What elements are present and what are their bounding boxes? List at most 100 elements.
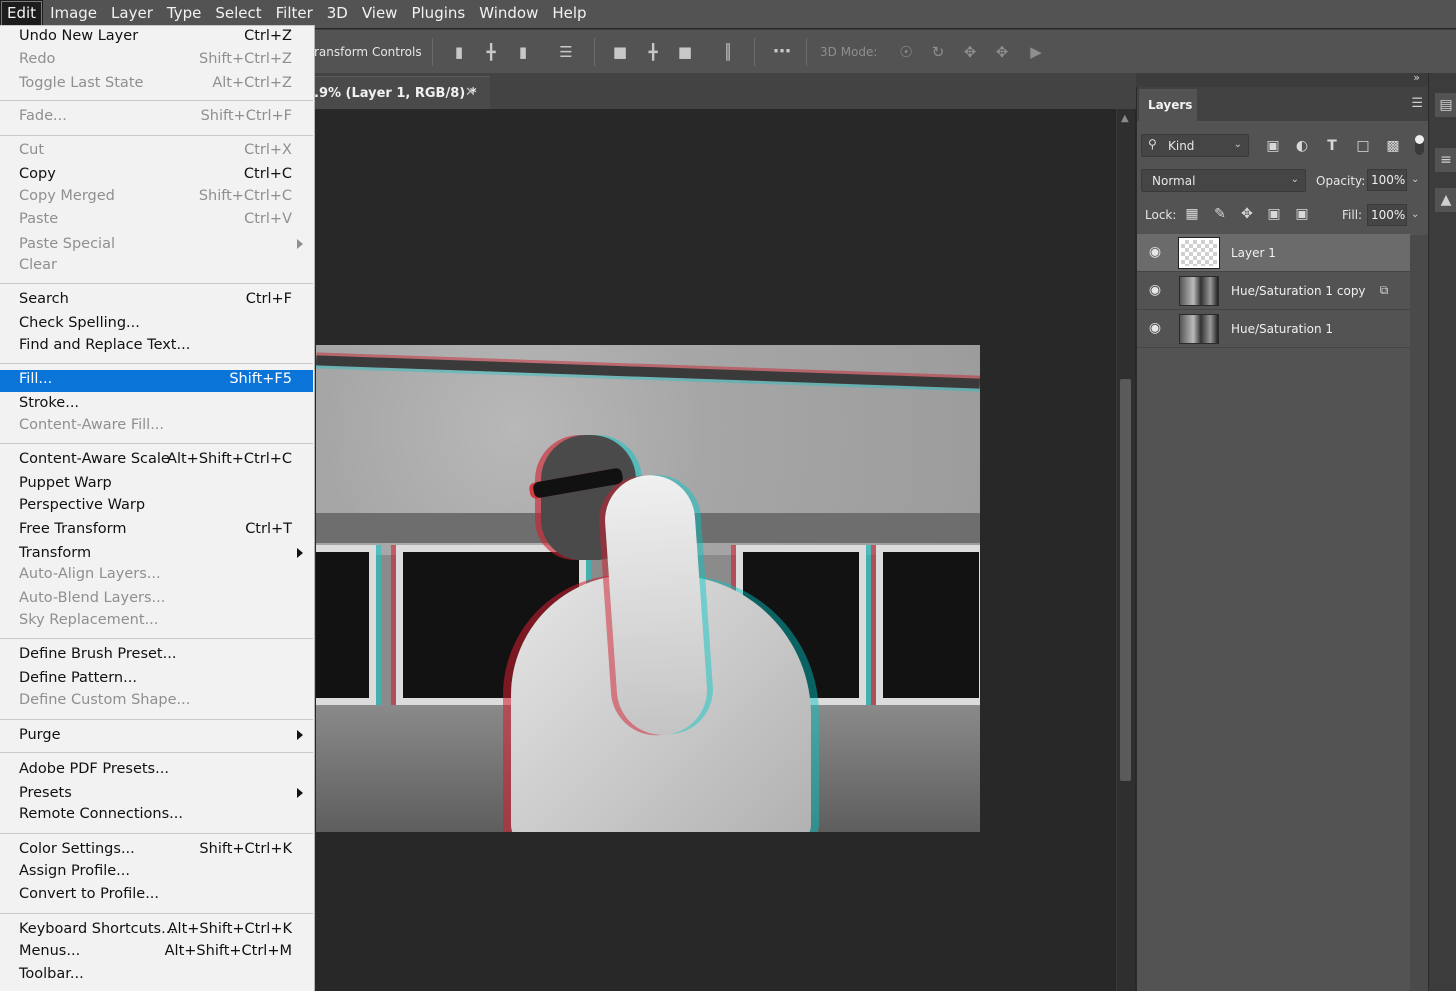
menu-item-define-custom-shape: Define Custom Shape... bbox=[0, 691, 313, 713]
menu-item-adobe-pdf-presets[interactable]: Adobe PDF Presets... bbox=[0, 760, 313, 782]
filter-pixel-layers-icon[interactable]: ▣ bbox=[1263, 136, 1283, 156]
chevron-down-icon[interactable]: ⌄ bbox=[1411, 209, 1419, 220]
align-right-edges-icon[interactable]: ▮ bbox=[511, 40, 535, 64]
scrollbar-thumb[interactable] bbox=[1120, 379, 1131, 781]
properties-panel-icon[interactable]: ▤ bbox=[1435, 93, 1456, 117]
menu-item-transform[interactable]: Transform bbox=[0, 544, 313, 566]
libraries-panel-icon[interactable]: ▲ bbox=[1435, 188, 1456, 212]
menu-item-label: Auto-Align Layers... bbox=[19, 566, 161, 582]
chevron-down-icon[interactable]: ⌄ bbox=[1411, 174, 1419, 185]
layer-thumbnail[interactable] bbox=[1179, 314, 1219, 344]
menu-item-search[interactable]: Search Ctrl+F bbox=[0, 290, 313, 312]
layer-thumbnail[interactable] bbox=[1178, 237, 1220, 269]
scroll-up-icon[interactable]: ▲ bbox=[1121, 113, 1129, 124]
menu-item-color-settings[interactable]: Color Settings... Shift+Ctrl+K bbox=[0, 840, 313, 862]
lock-all-icon[interactable]: ▣ bbox=[1292, 204, 1312, 224]
align-top-edges-icon[interactable]: ■ bbox=[608, 40, 632, 64]
menu-item-remote-connections[interactable]: Remote Connections... bbox=[0, 805, 313, 827]
opacity-input[interactable]: 100% bbox=[1367, 169, 1407, 191]
menu-edit[interactable]: Edit bbox=[0, 0, 44, 28]
opacity-label: Opacity: bbox=[1316, 174, 1366, 188]
layers-panel-scrollbar[interactable] bbox=[1410, 235, 1428, 991]
eye-icon[interactable]: ◉ bbox=[1145, 244, 1165, 262]
menu-item-undo-new-layer[interactable]: Undo New Layer Ctrl+Z bbox=[0, 27, 313, 49]
layer-row[interactable]: ◉ Hue/Saturation 1 bbox=[1137, 310, 1411, 348]
layer-thumbnail[interactable] bbox=[1179, 276, 1219, 306]
menu-item-menus[interactable]: Menus... Alt+Shift+Ctrl+M bbox=[0, 942, 313, 964]
menu-plugins[interactable]: Plugins bbox=[404, 0, 472, 28]
layer-filter-kind-select[interactable]: ⚲ Kind ⌄ bbox=[1141, 134, 1249, 157]
panel-menu-icon[interactable]: ☰ bbox=[1411, 96, 1423, 111]
adjustments-panel-icon[interactable]: ≡ bbox=[1435, 148, 1456, 172]
lock-position-icon[interactable]: ✥ bbox=[1237, 204, 1257, 224]
menu-view[interactable]: View bbox=[355, 0, 405, 28]
close-icon[interactable]: ✕ bbox=[465, 85, 476, 100]
lock-transparent-pixels-icon[interactable]: ▦ bbox=[1182, 204, 1202, 224]
menu-item-define-pattern[interactable]: Define Pattern... bbox=[0, 669, 313, 691]
canvas-vertical-scrollbar[interactable]: ▲ bbox=[1116, 109, 1135, 991]
filter-adjustment-layers-icon[interactable]: ◐ bbox=[1292, 136, 1312, 156]
document-image[interactable] bbox=[316, 345, 980, 832]
menu-image[interactable]: Image bbox=[43, 0, 104, 28]
menu-item-shortcut: Ctrl+X bbox=[244, 142, 292, 158]
menu-item-presets[interactable]: Presets bbox=[0, 784, 313, 806]
align-vertical-centers-icon[interactable]: ╋ bbox=[641, 40, 665, 64]
menu-item-free-transform[interactable]: Free Transform Ctrl+T bbox=[0, 520, 313, 542]
menu-filter[interactable]: Filter bbox=[269, 0, 320, 28]
menu-layer[interactable]: Layer bbox=[104, 0, 160, 28]
menu-item-label: Perspective Warp bbox=[19, 497, 146, 513]
menu-help[interactable]: Help bbox=[545, 0, 593, 28]
more-options-icon[interactable]: ⋯ bbox=[770, 40, 794, 64]
menu-item-toolbar[interactable]: Toolbar... bbox=[0, 965, 313, 987]
blend-mode-select[interactable]: Normal ⌄ bbox=[1141, 169, 1306, 192]
menu-item-label: Fade... bbox=[19, 108, 67, 124]
tab-layers[interactable]: Layers bbox=[1139, 89, 1197, 121]
filter-smart-objects-icon[interactable]: ▩ bbox=[1383, 136, 1403, 156]
menu-item-find-and-replace-text[interactable]: Find and Replace Text... bbox=[0, 336, 313, 358]
menu-item-stroke[interactable]: Stroke... bbox=[0, 394, 313, 416]
menu-item-convert-to-profile[interactable]: Convert to Profile... bbox=[0, 885, 313, 907]
3d-camera-icon[interactable]: ▶ bbox=[1024, 40, 1048, 64]
eye-icon[interactable]: ◉ bbox=[1145, 320, 1165, 338]
layer-name[interactable]: Layer 1 bbox=[1231, 246, 1276, 260]
lock-artboard-icon[interactable]: ▣ bbox=[1264, 204, 1284, 224]
menu-window[interactable]: Window bbox=[472, 0, 545, 28]
menu-item-copy-merged: Copy Merged Shift+Ctrl+C bbox=[0, 187, 313, 209]
menu-item-keyboard-shortcuts[interactable]: Keyboard Shortcuts... Alt+Shift+Ctrl+K bbox=[0, 920, 313, 942]
fill-input[interactable]: 100% bbox=[1367, 204, 1407, 226]
menu-select[interactable]: Select bbox=[208, 0, 268, 28]
menu-item-define-brush-preset[interactable]: Define Brush Preset... bbox=[0, 645, 313, 667]
align-bottom-edges-icon[interactable]: ■ bbox=[673, 40, 697, 64]
distribute-horizontal-icon[interactable]: ║ bbox=[716, 40, 740, 64]
menu-item-check-spelling[interactable]: Check Spelling... bbox=[0, 314, 313, 336]
3d-orbit-icon[interactable]: ☉ bbox=[894, 40, 918, 64]
3d-pan-icon[interactable]: ✥ bbox=[958, 40, 982, 64]
lock-image-pixels-icon[interactable]: ✎ bbox=[1210, 204, 1230, 224]
menu-item-perspective-warp[interactable]: Perspective Warp bbox=[0, 496, 313, 518]
eye-icon[interactable]: ◉ bbox=[1145, 282, 1165, 300]
document-tab[interactable]: .9% (Layer 1, RGB/8) * ✕ bbox=[300, 76, 490, 109]
layer-row[interactable]: ◉ Hue/Saturation 1 copy ⧉ bbox=[1137, 272, 1411, 310]
menu-item-fill[interactable]: Fill... Shift+F5 bbox=[0, 370, 313, 392]
transform-controls-label[interactable]: ransform Controls bbox=[314, 45, 422, 59]
menu-item-copy[interactable]: Copy Ctrl+C bbox=[0, 165, 313, 187]
layer-name[interactable]: Hue/Saturation 1 copy bbox=[1231, 284, 1366, 298]
menu-type[interactable]: Type bbox=[160, 0, 208, 28]
options-divider bbox=[594, 38, 595, 66]
filter-toggle[interactable] bbox=[1415, 135, 1424, 155]
menu-item-puppet-warp[interactable]: Puppet Warp bbox=[0, 474, 313, 496]
menu-item-assign-profile[interactable]: Assign Profile... bbox=[0, 862, 313, 884]
filter-shape-layers-icon[interactable]: □ bbox=[1353, 136, 1373, 156]
distribute-vertical-icon[interactable]: ☰ bbox=[554, 40, 578, 64]
menu-3d[interactable]: 3D bbox=[320, 0, 355, 28]
3d-roll-icon[interactable]: ↻ bbox=[926, 40, 950, 64]
menu-item-content-aware-scale[interactable]: Content-Aware Scale Alt+Shift+Ctrl+C bbox=[0, 450, 313, 472]
align-horizontal-centers-icon[interactable]: ╋ bbox=[479, 40, 503, 64]
menu-item-purge[interactable]: Purge bbox=[0, 726, 313, 748]
collapse-panels-icon[interactable]: » bbox=[1413, 71, 1420, 84]
align-left-edges-icon[interactable]: ▮ bbox=[447, 40, 471, 64]
layer-name[interactable]: Hue/Saturation 1 bbox=[1231, 322, 1333, 336]
layer-row[interactable]: ◉ Layer 1 bbox=[1137, 234, 1411, 272]
3d-slide-icon[interactable]: ✥ bbox=[990, 40, 1014, 64]
filter-type-layers-icon[interactable]: T bbox=[1322, 136, 1342, 156]
